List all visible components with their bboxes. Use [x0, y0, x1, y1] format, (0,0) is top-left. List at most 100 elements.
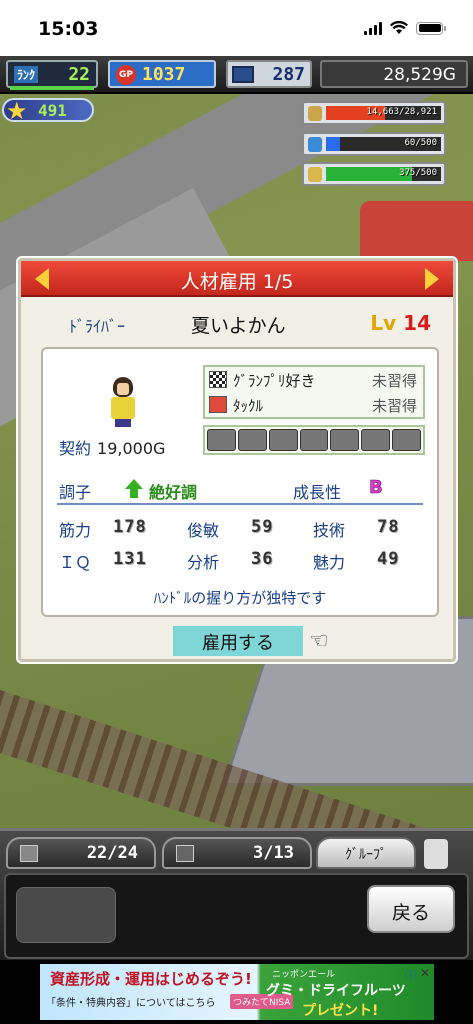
- stat-value: 59: [251, 517, 274, 537]
- barrel-icon: [308, 106, 322, 121]
- rank-progress-bar: [10, 86, 94, 90]
- condition-label: 調子: [59, 483, 92, 502]
- resource-fill-bar: [326, 137, 340, 151]
- rank-value: 22: [68, 64, 90, 85]
- money-value: 28,529G: [383, 65, 456, 85]
- skill-name: ﾀｯｸﾙ: [233, 397, 264, 415]
- signal-icon: [364, 21, 382, 35]
- level-prefix: Lv: [370, 311, 397, 335]
- profile-card: 契約 19,000G ｸﾞﾗﾝﾌﾟﾘ好き 未習得 ﾀｯｸﾙ 未習得 調子 絶好調…: [41, 347, 439, 617]
- skill-slot-icon[interactable]: [392, 429, 422, 451]
- car-crash-icon: [209, 396, 227, 413]
- status-bar: 15:03: [0, 0, 473, 56]
- star-value: 491: [38, 101, 67, 120]
- candidate-name: 夏いよかん: [191, 315, 286, 337]
- status-icons: [364, 21, 446, 35]
- resource-water-text: 60/500: [404, 138, 437, 148]
- checkered-flag-icon: [209, 371, 227, 388]
- back-button[interactable]: 戻る: [367, 885, 455, 933]
- ad-banner[interactable]: 資産形成・運用はじめるぞう! 「条件・特典内容」についてはこちら つみたてNIS…: [0, 960, 473, 1024]
- growth-label: 成長性: [293, 483, 342, 502]
- ad-info-icon[interactable]: ⓘ: [405, 967, 416, 983]
- wifi-icon: [390, 21, 408, 34]
- condition-value: 絶好調: [149, 483, 198, 502]
- contract-info: 契約 19,000G: [59, 435, 165, 459]
- star-display[interactable]: ★ 491: [2, 97, 94, 125]
- ad-offer: グミ・ドライフルーツ: [266, 983, 406, 999]
- skill-slot-icon[interactable]: [268, 429, 298, 451]
- dialog-title: 人材雇用 1/5: [180, 271, 294, 293]
- up-arrow-icon: [125, 479, 143, 498]
- hire-dialog: 人材雇用 1/5 ﾄﾞﾗｲﾊﾞｰ 夏いよかん Lv 14 契約 19,000G ｸ…: [18, 258, 456, 662]
- candidate-comment: ﾊﾝﾄﾞﾙの握り方が独特です: [153, 589, 327, 607]
- skill-slot-icon[interactable]: [330, 429, 360, 451]
- avatar: [107, 377, 139, 427]
- skill-state: 未習得: [371, 372, 417, 390]
- gp-coin-icon: GP: [116, 65, 136, 85]
- water-bottle-icon: [308, 137, 322, 152]
- status-time: 15:03: [38, 18, 99, 40]
- tab-garage[interactable]: 3/13: [162, 837, 312, 869]
- skill-slot-icons: [203, 425, 425, 455]
- stat-label: 筋力: [59, 521, 92, 540]
- hire-button[interactable]: 雇用する: [173, 626, 303, 656]
- tab-staff[interactable]: 22/24: [6, 837, 156, 869]
- ad-close-icon[interactable]: ✕: [420, 966, 430, 980]
- staff-count: 22/24: [86, 843, 138, 863]
- skill-list: ｸﾞﾗﾝﾌﾟﾘ好き 未習得 ﾀｯｸﾙ 未習得: [203, 365, 425, 419]
- rank-label: ﾗﾝｸ: [14, 66, 39, 83]
- star-icon: ★: [6, 97, 28, 125]
- garage-count: 3/13: [253, 843, 294, 863]
- character-icon[interactable]: [424, 839, 448, 869]
- pc-display[interactable]: 287: [226, 60, 312, 88]
- ad-subtext: 「条件・特典内容」についてはこちら: [46, 998, 216, 1009]
- garage-icon: [176, 845, 194, 862]
- wheat-icon: [308, 167, 322, 182]
- job-title: ﾄﾞﾗｲﾊﾞｰ: [69, 317, 126, 336]
- resource-fuel[interactable]: 14,663/28,921: [302, 101, 446, 125]
- tab-group[interactable]: ｸﾞﾙｰﾌﾟ: [316, 837, 416, 869]
- empty-slot[interactable]: [16, 887, 116, 943]
- resource-fuel-text: 14,663/28,921: [366, 107, 437, 117]
- skill-slot-icon[interactable]: [361, 429, 391, 451]
- pc-value: 287: [272, 64, 305, 85]
- ad-offer-2: プレゼント!: [302, 1003, 379, 1019]
- bottom-panel: 22/24 3/13 ｸﾞﾙｰﾌﾟ 戻る: [0, 828, 473, 960]
- battery-icon: [416, 21, 446, 35]
- skill-slot-icon[interactable]: [237, 429, 267, 451]
- next-arrow-icon[interactable]: [425, 268, 439, 290]
- ad-content[interactable]: 資産形成・運用はじめるぞう! 「条件・特典内容」についてはこちら つみたてNIS…: [40, 964, 434, 1020]
- pointing-hand-icon: ☜: [309, 629, 329, 654]
- skill-item[interactable]: ｸﾞﾗﾝﾌﾟﾘ好き 未習得: [207, 368, 423, 392]
- skill-slot-icon[interactable]: [207, 429, 236, 451]
- level-display: Lv 14: [370, 311, 431, 335]
- computer-icon: [232, 66, 254, 83]
- action-panel: 戻る: [4, 873, 469, 959]
- money-display: 28,529G: [320, 60, 468, 88]
- stat-label: ＩＱ: [59, 553, 92, 572]
- stat-value: 36: [251, 549, 274, 569]
- dialog-header: 人材雇用 1/5: [21, 261, 453, 297]
- skill-name: ｸﾞﾗﾝﾌﾟﾘ好き: [233, 372, 316, 390]
- ad-headline: 資産形成・運用はじめるぞう!: [50, 970, 252, 988]
- stat-value: 78: [377, 517, 400, 537]
- building: [360, 201, 473, 261]
- group-label: ｸﾞﾙｰﾌﾟ: [345, 847, 387, 863]
- stat-label: 技術: [313, 521, 346, 540]
- gp-value: 1037: [142, 64, 186, 85]
- resource-food-text: 375/500: [399, 168, 437, 178]
- stat-value: 131: [113, 549, 147, 569]
- stat-value: 49: [377, 549, 400, 569]
- skill-item[interactable]: ﾀｯｸﾙ 未習得: [207, 393, 423, 417]
- skill-slot-icon[interactable]: [299, 429, 329, 451]
- resource-water[interactable]: 60/500: [302, 132, 446, 156]
- stat-label: 俊敏: [187, 521, 220, 540]
- hire-button-label: 雇用する: [202, 633, 274, 653]
- rank-display[interactable]: ﾗﾝｸ 22: [6, 60, 98, 88]
- contract-label: 契約: [59, 439, 92, 458]
- skill-state: 未習得: [371, 397, 417, 415]
- resource-food[interactable]: 375/500: [302, 162, 446, 186]
- ad-sponsor: ニッポンエール: [272, 970, 336, 980]
- gp-display[interactable]: GP 1037: [108, 60, 216, 88]
- crate-icon: [20, 845, 38, 862]
